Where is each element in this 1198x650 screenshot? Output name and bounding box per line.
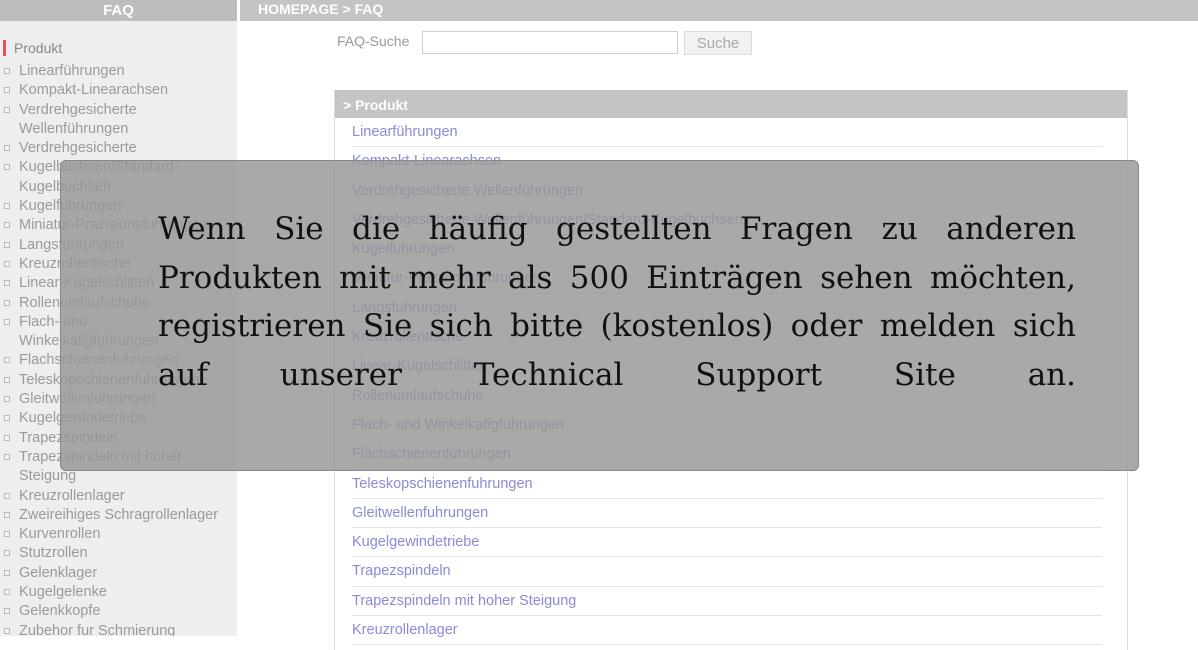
sidebar-item[interactable]: Linearführungen: [0, 62, 219, 81]
sidebar-item-label: Zubehor fur Schmierung: [19, 622, 176, 636]
product-link[interactable]: Trapezspindeln mit hoher Steigung: [352, 587, 1102, 617]
square-bullet-icon: [4, 627, 10, 634]
product-link[interactable]: Linearführungen: [352, 118, 1102, 148]
square-bullet-icon: [4, 68, 10, 74]
square-bullet-icon: [4, 280, 10, 287]
sidebar-item-label: Kugelgelenke: [19, 584, 107, 601]
search-button[interactable]: Suche: [684, 31, 752, 55]
square-bullet-icon: [4, 299, 10, 306]
square-bullet-icon: [4, 87, 10, 94]
square-bullet-icon: [4, 396, 10, 403]
product-link[interactable]: Gleitwellenfuhrungen: [352, 499, 1102, 529]
square-bullet-icon: [4, 434, 10, 441]
square-bullet-icon: [4, 376, 10, 383]
square-bullet-icon: [4, 608, 10, 615]
sidebar-item[interactable]: Stutzrollen: [0, 544, 219, 563]
square-bullet-icon: [4, 531, 10, 538]
search-label: FAQ-Suche: [337, 33, 410, 49]
square-bullet-icon: [4, 241, 10, 248]
square-bullet-icon: [4, 589, 10, 596]
square-bullet-icon: [4, 511, 10, 518]
square-bullet-icon: [4, 453, 10, 460]
square-bullet-icon: [4, 357, 10, 364]
sidebar-item-label: Verdrehgesicherte: [19, 140, 137, 157]
sidebar-item-label: Gelenkkopfe: [19, 603, 101, 620]
square-bullet-icon: [4, 569, 10, 576]
sidebar-item[interactable]: Kurvenrollen: [0, 525, 219, 544]
sidebar-item[interactable]: Kugelgelenke: [0, 583, 219, 602]
square-bullet-icon: [4, 164, 10, 171]
square-bullet-icon: [4, 106, 10, 113]
sidebar-item-label: Linearführungen: [19, 63, 125, 79]
product-link[interactable]: Kreuzrollenlager: [352, 616, 1102, 646]
sidebar-item-label: Kompakt-Linearachsen: [19, 82, 169, 99]
top-bar: FAQ HOMEPAGE > FAQ: [0, 0, 1198, 21]
registration-notice-text: Wenn Sie die häufig gestellten Fragen zu…: [158, 211, 1076, 393]
sidebar-item[interactable]: Gelenklager: [0, 564, 219, 583]
square-bullet-icon: [4, 415, 10, 422]
section-title: FAQ: [0, 0, 237, 21]
sidebar-item[interactable]: Verdrehgesicherte Wellenführungen: [0, 101, 219, 140]
sidebar-item[interactable]: Kompakt-Linearachsen: [0, 81, 219, 100]
sidebar-item-label: Verdrehgesicherte Wellenführungen: [19, 101, 137, 137]
square-bullet-icon: [4, 222, 10, 229]
breadcrumb[interactable]: HOMEPAGE > FAQ: [240, 0, 1198, 21]
square-bullet-icon: [4, 203, 10, 210]
sidebar-item-label: Gelenklager: [19, 564, 98, 581]
square-bullet-icon: [4, 318, 10, 325]
product-link[interactable]: Trapezspindeln: [352, 557, 1102, 587]
square-bullet-icon: [4, 550, 10, 557]
registration-notice-overlay: Wenn Sie die häufig gestellten Fragen zu…: [60, 160, 1139, 471]
square-bullet-icon: [4, 145, 10, 152]
sidebar-item[interactable]: Verdrehgesicherte: [0, 139, 219, 158]
panel-title: > Produkt: [335, 90, 1127, 118]
sidebar-item-label: Kurvenrollen: [19, 526, 101, 543]
sidebar-item[interactable]: Gelenkkopfe: [0, 602, 219, 621]
sidebar-item-label: Kreuzrollenlager: [19, 487, 125, 504]
search-input[interactable]: [422, 31, 678, 54]
sidebar-heading: Produkt: [3, 40, 62, 56]
sidebar-item[interactable]: Zweireihiges Schragrollenlager: [0, 506, 219, 525]
square-bullet-icon: [4, 492, 10, 499]
sidebar-item-label: Stutzrollen: [19, 545, 88, 562]
sidebar-item[interactable]: Kreuzrollenlager: [0, 487, 219, 506]
sidebar-item[interactable]: Zubehor fur Schmierung: [0, 622, 219, 636]
product-link[interactable]: Teleskopschienenfuhrungen: [352, 470, 1102, 499]
product-link[interactable]: Kugelgewindetriebe: [352, 528, 1102, 558]
square-bullet-icon: [4, 260, 10, 267]
sidebar-item-label: Zweireihiges Schragrollenlager: [19, 506, 219, 523]
